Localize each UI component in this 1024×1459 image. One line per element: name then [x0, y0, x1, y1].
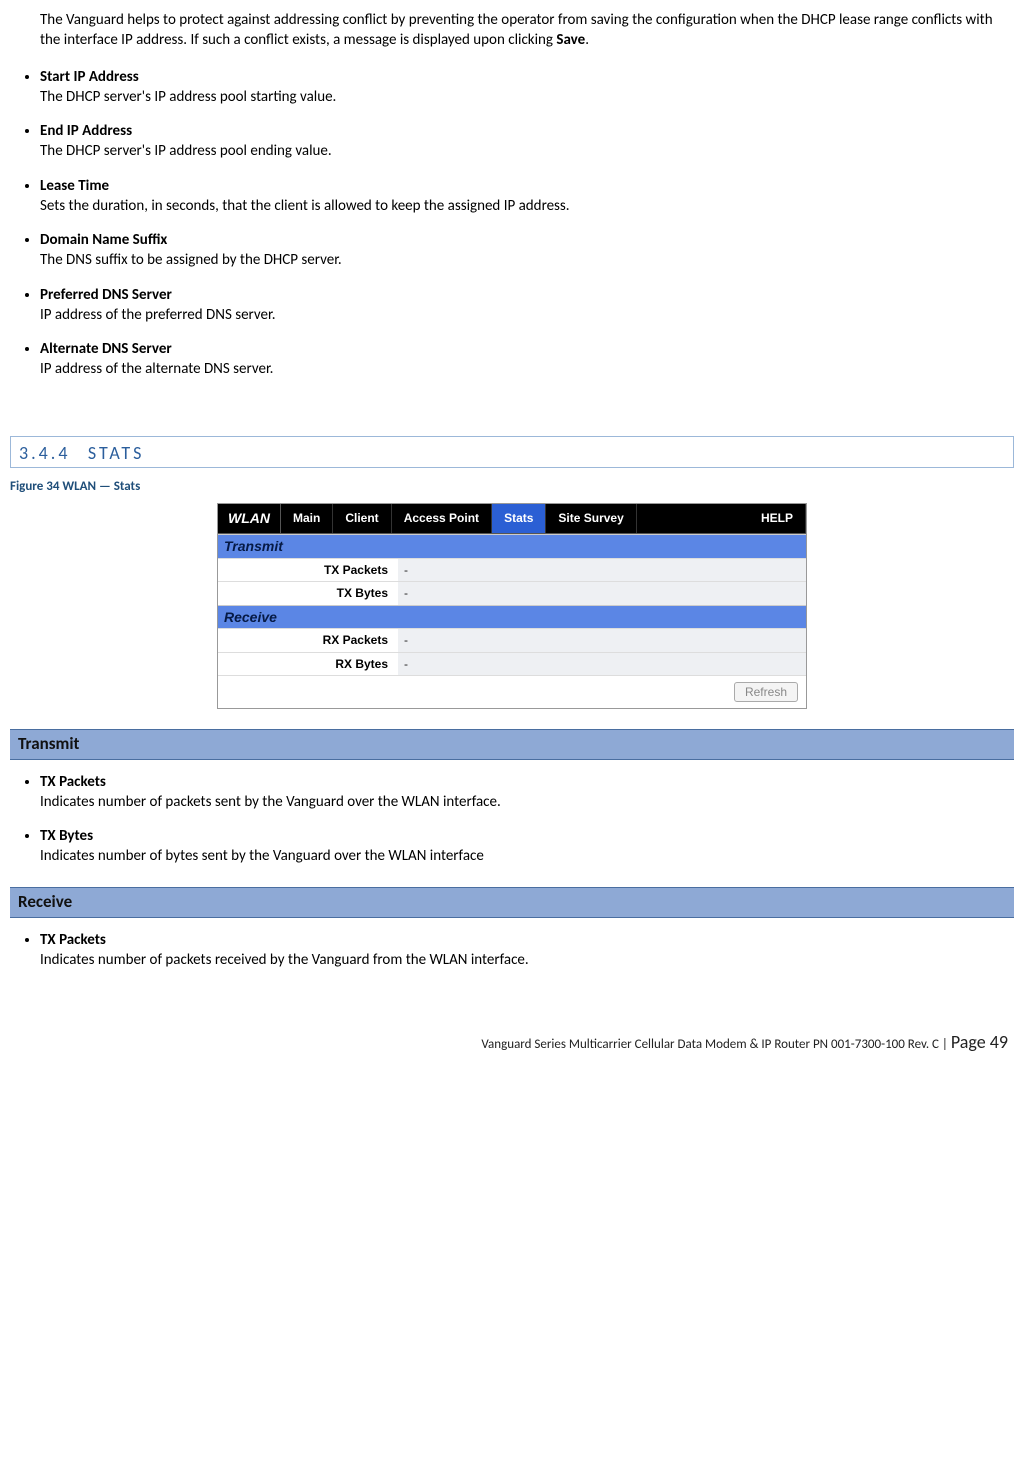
- definition-item: Alternate DNS ServerIP address of the al…: [40, 339, 1014, 380]
- definition-term: TX Bytes: [40, 826, 1014, 846]
- definition-desc: The DHCP server's IP address pool starti…: [40, 88, 336, 106]
- definition-item: Lease TimeSets the duration, in seconds,…: [40, 176, 1014, 217]
- definition-item: End IP AddressThe DHCP server's IP addre…: [40, 121, 1014, 162]
- intro-bold: Save: [556, 31, 585, 49]
- definition-item: Start IP AddressThe DHCP server's IP add…: [40, 67, 1014, 108]
- doc-subheading-transmit: Transmit: [10, 729, 1014, 760]
- tab-site-survey[interactable]: Site Survey: [546, 504, 636, 533]
- stat-row-rx-packets: RX Packets -: [218, 628, 806, 651]
- definition-desc: IP address of the alternate DNS server.: [40, 360, 273, 378]
- definition-desc: Sets the duration, in seconds, that the …: [40, 197, 570, 215]
- stat-value: -: [398, 582, 806, 604]
- wlan-stats-panel: WLAN Main Client Access Point Stats Site…: [217, 503, 807, 708]
- definition-item: Domain Name SuffixThe DNS suffix to be a…: [40, 230, 1014, 271]
- stat-row-tx-packets: TX Packets -: [218, 558, 806, 581]
- page-footer: Vanguard Series Multicarrier Cellular Da…: [10, 1030, 1014, 1054]
- stat-label: TX Bytes: [218, 582, 398, 604]
- stat-label: RX Packets: [218, 629, 398, 651]
- definition-item: Preferred DNS ServerIP address of the pr…: [40, 285, 1014, 326]
- group-header-receive: Receive: [218, 605, 806, 629]
- definition-term: Start IP Address: [40, 67, 1014, 87]
- stat-value: -: [398, 653, 806, 675]
- definition-term: Lease Time: [40, 176, 1014, 196]
- stat-label: RX Bytes: [218, 653, 398, 675]
- button-row: Refresh: [218, 675, 806, 708]
- definition-list-receive: TX PacketsIndicates number of packets re…: [10, 930, 1014, 971]
- definition-desc: Indicates number of packets sent by the …: [40, 793, 501, 811]
- tab-spacer: [637, 504, 749, 533]
- definition-desc: The DHCP server's IP address pool ending…: [40, 142, 332, 160]
- definition-item: TX PacketsIndicates number of packets se…: [40, 772, 1014, 813]
- help-button[interactable]: HELP: [749, 504, 806, 533]
- footer-sep: |: [939, 1037, 951, 1052]
- definition-desc: The DNS suffix to be assigned by the DHC…: [40, 251, 342, 269]
- tab-access-point[interactable]: Access Point: [392, 504, 492, 533]
- definition-desc: Indicates number of bytes sent by the Va…: [40, 847, 484, 865]
- tab-bar: WLAN Main Client Access Point Stats Site…: [218, 504, 806, 534]
- stat-label: TX Packets: [218, 559, 398, 581]
- definition-item: TX PacketsIndicates number of packets re…: [40, 930, 1014, 971]
- definition-term: TX Packets: [40, 930, 1014, 950]
- stat-row-tx-bytes: TX Bytes -: [218, 581, 806, 604]
- definition-list-top: Start IP AddressThe DHCP server's IP add…: [10, 67, 1014, 380]
- definition-term: Preferred DNS Server: [40, 285, 1014, 305]
- intro-paragraph: The Vanguard helps to protect against ad…: [40, 10, 1014, 51]
- definition-list-transmit: TX PacketsIndicates number of packets se…: [10, 772, 1014, 867]
- stat-value: -: [398, 559, 806, 581]
- footer-text: Vanguard Series Multicarrier Cellular Da…: [481, 1037, 939, 1052]
- refresh-button[interactable]: Refresh: [734, 682, 798, 702]
- stat-value: -: [398, 629, 806, 651]
- doc-subheading-receive: Receive: [10, 887, 1014, 918]
- definition-term: TX Packets: [40, 772, 1014, 792]
- footer-page: Page 49: [951, 1031, 1008, 1053]
- section-number: 3.4.4: [19, 442, 70, 464]
- intro-part1: The Vanguard helps to protect against ad…: [40, 11, 993, 49]
- stat-row-rx-bytes: RX Bytes -: [218, 652, 806, 675]
- wlan-brand-label: WLAN: [218, 504, 281, 533]
- section-title: STATS: [88, 442, 144, 464]
- figure-caption: Figure 34 WLAN — Stats: [10, 478, 1014, 496]
- definition-desc: Indicates number of packets received by …: [40, 951, 529, 969]
- group-header-transmit: Transmit: [218, 534, 806, 558]
- definition-term: End IP Address: [40, 121, 1014, 141]
- definition-term: Alternate DNS Server: [40, 339, 1014, 359]
- intro-part2: .: [585, 31, 589, 49]
- tab-main[interactable]: Main: [281, 504, 333, 533]
- definition-item: TX BytesIndicates number of bytes sent b…: [40, 826, 1014, 867]
- section-heading: 3.4.4 STATS: [10, 436, 1014, 468]
- definition-desc: IP address of the preferred DNS server.: [40, 306, 276, 324]
- tab-stats[interactable]: Stats: [492, 504, 546, 533]
- tab-client[interactable]: Client: [333, 504, 391, 533]
- definition-term: Domain Name Suffix: [40, 230, 1014, 250]
